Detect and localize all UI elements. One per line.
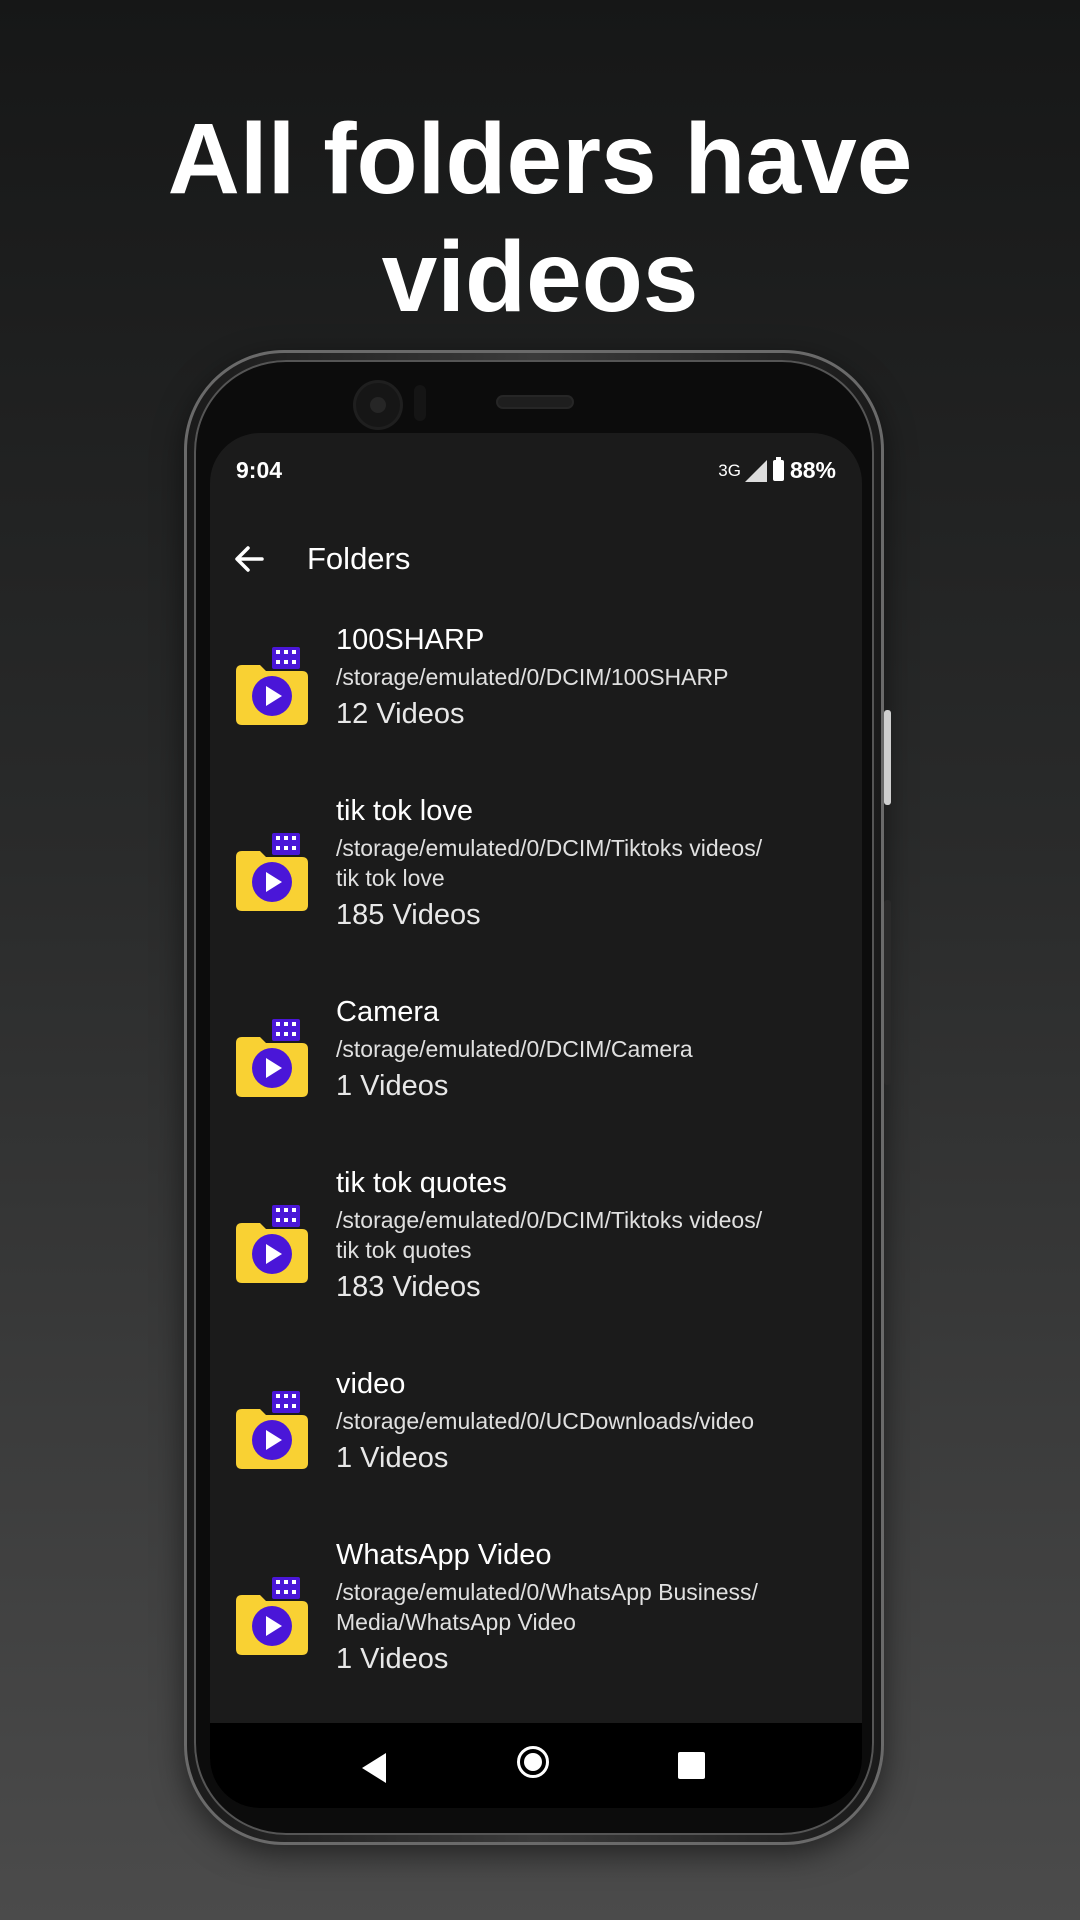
recents-square-icon[interactable] [678, 1752, 705, 1779]
folder-video-count: 1 Videos [336, 1442, 449, 1474]
folder-name: Camera [336, 996, 440, 1028]
proximity-sensor [414, 385, 426, 421]
video-folder-icon [236, 1205, 308, 1283]
status-time: 9:04 [236, 457, 283, 483]
status-bar: 9:04 3G 88% [210, 433, 862, 507]
list-item[interactable]: tik tok quotes /storage/emulated/0/DCIM/… [210, 1153, 862, 1353]
app-bar: Folders [210, 523, 862, 595]
folder-path: /storage/emulated/0/UCDownloads/video [336, 1408, 755, 1434]
system-nav-bar [210, 1723, 862, 1808]
folder-text: 100SHARP /storage/emulated/0/DCIM/100SHA… [336, 623, 846, 733]
video-folder-icon [236, 1391, 308, 1469]
list-item[interactable]: video /storage/emulated/0/UCDownloads/vi… [210, 1353, 862, 1525]
folder-name: WhatsApp Video [336, 1539, 552, 1571]
folder-path: /storage/emulated/0/DCIM/Camera [336, 1036, 693, 1062]
power-button [884, 710, 891, 805]
list-item[interactable]: 100SHARP /storage/emulated/0/DCIM/100SHA… [210, 609, 862, 781]
signal-icon [744, 459, 767, 482]
folder-video-count: 12 Videos [336, 698, 465, 730]
folder-path: /storage/emulated/0/DCIM/Tiktoks videos/ [336, 835, 763, 861]
home-circle-icon[interactable] [517, 1746, 549, 1778]
headline-line-2: videos [381, 221, 699, 333]
back-triangle-icon[interactable] [362, 1753, 386, 1783]
folder-text: Camera /storage/emulated/0/DCIM/Camera 1… [336, 995, 846, 1105]
folder-list: 100SHARP /storage/emulated/0/DCIM/100SHA… [210, 609, 862, 1725]
video-folder-icon [236, 647, 308, 725]
folder-name: tik tok quotes [336, 1167, 507, 1199]
front-camera [356, 383, 400, 427]
folder-video-count: 185 Videos [336, 899, 481, 931]
folder-video-count: 1 Videos [336, 1643, 449, 1675]
network-type: 3G [718, 460, 741, 480]
phone-screen: 9:04 3G 88% Folders 100SHARP /storage/em… [210, 433, 862, 1808]
folder-video-count: 1 Videos [336, 1070, 449, 1102]
folder-name: tik tok love [336, 795, 473, 827]
folder-text: WhatsApp Video /storage/emulated/0/Whats… [336, 1538, 846, 1678]
folder-path: /storage/emulated/0/DCIM/Tiktoks videos/ [336, 1207, 763, 1233]
folder-name: video [336, 1368, 406, 1400]
headline: All folders have videos [0, 100, 1080, 336]
folder-path-continued: tik tok quotes [336, 1237, 472, 1263]
back-button[interactable] [228, 537, 272, 581]
folder-name: 100SHARP [336, 624, 485, 656]
volume-button [884, 900, 891, 1085]
folder-path-continued: Media/WhatsApp Video [336, 1609, 576, 1635]
battery-percent: 88% [789, 457, 836, 483]
folder-video-count: 183 Videos [336, 1271, 481, 1303]
video-folder-icon [236, 1577, 308, 1655]
headline-line-1: All folders have [167, 103, 913, 215]
status-indicators: 3G 88% [718, 457, 836, 484]
folder-path-continued: tik tok love [336, 865, 445, 891]
list-item[interactable]: tik tok love /storage/emulated/0/DCIM/Ti… [210, 781, 862, 981]
folder-text: tik tok love /storage/emulated/0/DCIM/Ti… [336, 794, 846, 934]
video-folder-icon [236, 833, 308, 911]
list-item[interactable]: WhatsApp Video /storage/emulated/0/Whats… [210, 1525, 862, 1725]
battery-icon [772, 457, 784, 481]
folder-text: tik tok quotes /storage/emulated/0/DCIM/… [336, 1166, 846, 1306]
page-title: Folders [307, 541, 411, 576]
video-folder-icon [236, 1019, 308, 1097]
earpiece-speaker [498, 397, 572, 407]
arrow-left-icon [235, 546, 264, 572]
folder-path: /storage/emulated/0/WhatsApp Business/ [336, 1579, 758, 1605]
list-item[interactable]: Camera /storage/emulated/0/DCIM/Camera 1… [210, 981, 862, 1153]
folder-text: video /storage/emulated/0/UCDownloads/vi… [336, 1367, 846, 1477]
folder-path: /storage/emulated/0/DCIM/100SHARP [336, 664, 729, 690]
